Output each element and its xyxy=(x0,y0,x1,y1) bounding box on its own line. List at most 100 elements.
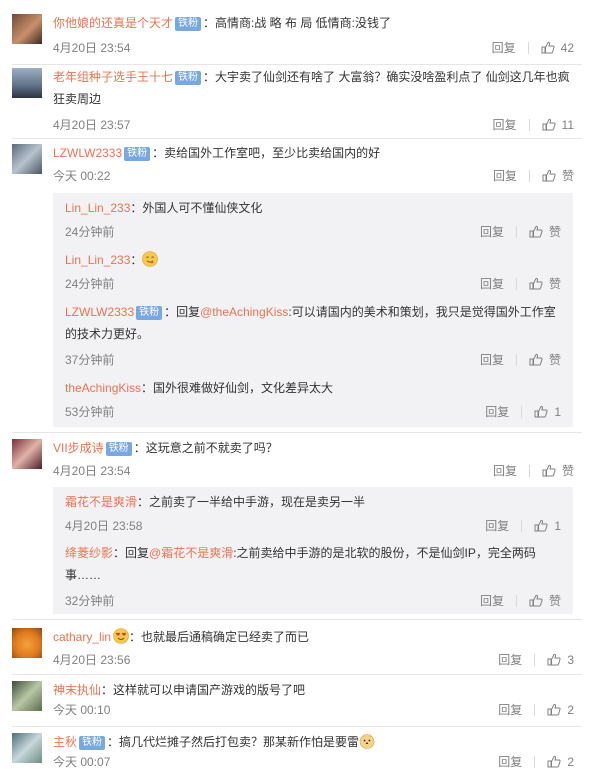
comment: 老年组种子选手王十七 铁粉 ：大宇卖了仙剑还有啥了 大富翁？确实没啥盈利点了 仙剑这… xyxy=(0,66,594,134)
like-count: 1 xyxy=(554,518,561,533)
like-button[interactable]: 赞 xyxy=(529,351,561,368)
reply-button[interactable]: 回复 xyxy=(492,39,516,56)
avatar[interactable] xyxy=(12,681,42,711)
divider xyxy=(12,64,582,65)
username[interactable]: 你他娘的还真是个天才 xyxy=(53,16,173,30)
like-button[interactable]: 赞 xyxy=(542,462,574,479)
divider xyxy=(12,726,582,727)
username[interactable]: 主秋 xyxy=(53,735,77,749)
like-button[interactable]: 3 xyxy=(547,653,574,667)
like-button[interactable]: 赞 xyxy=(529,592,561,609)
like-button[interactable]: 1 xyxy=(534,519,561,533)
username[interactable]: Lin_Lin_233 xyxy=(65,253,130,267)
comment-text: cathary_lin ：也就最后通稿确定已经卖了而已 xyxy=(53,626,574,648)
comment: 你他娘的还真是个天才 铁粉 ：高情商:战 略 布 局 低情商:没钱了 4月20日 2… xyxy=(0,12,594,58)
username[interactable]: Lin_Lin_233 xyxy=(65,201,130,215)
username[interactable]: 霜花不是爽滑 xyxy=(65,495,137,509)
thumbs-up-icon xyxy=(541,41,555,53)
comment-body: ：也就最后通稿确定已经卖了而已 xyxy=(129,630,310,644)
reply-button[interactable]: 回复 xyxy=(480,351,504,368)
avatar[interactable] xyxy=(12,628,42,658)
username[interactable]: 老年组种子选手王十七 xyxy=(53,70,173,84)
avatar[interactable] xyxy=(12,733,42,763)
like-count: 赞 xyxy=(561,169,574,183)
comment-time: 4月20日 23:56 xyxy=(53,653,131,667)
comment-text: LZWLW2333 铁粉 ：卖给国外工作室吧，至少比卖给国内的好 xyxy=(53,142,574,164)
username[interactable]: VII步成诗 xyxy=(53,441,104,455)
like-button[interactable]: 2 xyxy=(547,703,574,717)
thumbs-up-icon xyxy=(542,169,556,182)
username[interactable]: theAchingKiss xyxy=(65,381,141,395)
like-count: 11 xyxy=(561,117,574,132)
reply-body: ：国外很难做好仙剑，文化差异太大 xyxy=(141,381,334,395)
avatar[interactable] xyxy=(12,144,42,174)
reply-button[interactable]: 回复 xyxy=(485,403,509,420)
reply-time: 4月20日 23:58 xyxy=(65,519,143,533)
comment-body: ：这样就可以申请国产游戏的版号了吧 xyxy=(101,683,306,697)
comment: 神末执仙：这样就可以申请国产游戏的版号了吧 今天 00:10 回复 2 xyxy=(0,679,594,723)
fan-badge: 铁粉 xyxy=(175,71,202,85)
divider xyxy=(12,674,582,675)
mention-link[interactable]: @霜花不是爽滑 xyxy=(149,546,233,560)
avatar[interactable] xyxy=(12,439,42,469)
thumbs-up-icon xyxy=(542,464,556,477)
like-button[interactable]: 赞 xyxy=(542,167,574,184)
reply-button[interactable]: 回复 xyxy=(493,116,517,133)
comment-body: ：搞几代烂摊子然后打包卖？那某新作怕是要雷 xyxy=(107,735,360,749)
like-button[interactable]: 赞 xyxy=(529,275,561,292)
reply-time: 37分钟前 xyxy=(65,353,115,367)
like-button[interactable]: 11 xyxy=(542,118,574,132)
reply-time: 24分钟前 xyxy=(65,225,115,239)
reply-prefix: ：回复 xyxy=(113,546,150,560)
reply-text: LZWLW2333 铁粉 ：回复@theAchingKiss:可以请国内的美术和策划… xyxy=(65,301,561,345)
username[interactable]: LZWLW2333 xyxy=(53,146,122,160)
reply-button[interactable]: 回复 xyxy=(493,462,517,479)
username[interactable]: cathary_lin xyxy=(53,630,111,644)
reply-button[interactable]: 回复 xyxy=(498,701,522,718)
comment-text: 老年组种子选手王十七 铁粉 ：大宇卖了仙剑还有啥了 大富翁？确实没啥盈利点了 仙剑这… xyxy=(53,66,574,110)
reply-body: ：外国人可不懂仙侠文化 xyxy=(130,201,263,215)
thumbs-up-icon xyxy=(534,405,548,417)
thumbs-up-icon xyxy=(534,519,548,531)
comment-body: ：这玩意之前不就卖了吗？ xyxy=(133,441,278,455)
comment-time: 今天 00:22 xyxy=(53,169,111,183)
like-count: 赞 xyxy=(548,225,561,239)
reply: 绛菱纱影：回复@霜花不是爽滑:之前卖给中手游的是北软的股份，不是仙剑IP，完全两… xyxy=(53,542,573,610)
reply-button[interactable]: 回复 xyxy=(493,167,517,184)
comment-text: VII步成诗 铁粉 ：这玩意之前不就卖了吗？ xyxy=(53,437,574,459)
comment-body: ：高情商:战 略 布 局 低情商:没钱了 xyxy=(203,16,392,30)
thumbs-up-icon xyxy=(547,703,561,715)
reply-text: 绛菱纱影：回复@霜花不是爽滑:之前卖给中手游的是北软的股份，不是仙剑IP，完全两… xyxy=(65,542,561,586)
reply-button[interactable]: 回复 xyxy=(480,223,504,240)
username[interactable]: 绛菱纱影 xyxy=(65,546,113,560)
reply-actions: 回复 赞 xyxy=(480,223,561,240)
reply-prefix: ：回复 xyxy=(164,305,201,319)
reply-button[interactable]: 回复 xyxy=(480,592,504,609)
comment-actions: 回复 2 xyxy=(498,701,574,718)
thumbs-up-icon xyxy=(542,118,556,130)
like-count: 2 xyxy=(567,702,574,717)
yummy-face-emoji-icon xyxy=(142,251,159,267)
username[interactable]: LZWLW2333 xyxy=(65,305,134,319)
thumbs-up-icon xyxy=(547,653,561,665)
like-button[interactable]: 赞 xyxy=(529,223,561,240)
reply-button[interactable]: 回复 xyxy=(480,275,504,292)
like-button[interactable]: 42 xyxy=(541,41,574,55)
reply-button[interactable]: 回复 xyxy=(498,651,522,668)
thumbs-up-icon xyxy=(529,594,543,607)
like-count: 42 xyxy=(560,40,574,55)
divider xyxy=(12,619,582,620)
reply-button[interactable]: 回复 xyxy=(498,753,522,770)
like-button[interactable]: 1 xyxy=(534,405,561,419)
thumbs-up-icon xyxy=(547,755,561,767)
avatar[interactable] xyxy=(12,14,42,44)
comment: LZWLW2333 铁粉 ：卖给国外工作室吧，至少比卖给国内的好 今天 00:22 … xyxy=(0,142,594,186)
reply-thread: 霜花不是爽滑：之前卖了一半给中手游，现在是卖另一半 4月20日 23:58 回复… xyxy=(53,487,573,614)
mention-link[interactable]: @theAchingKiss xyxy=(200,305,288,319)
like-button[interactable]: 2 xyxy=(547,755,574,769)
reply-button[interactable]: 回复 xyxy=(485,517,509,534)
comment-time: 4月20日 23:54 xyxy=(53,464,131,478)
avatar[interactable] xyxy=(12,68,42,98)
reply-actions: 回复 赞 xyxy=(480,275,561,292)
username[interactable]: 神末执仙 xyxy=(53,683,101,697)
